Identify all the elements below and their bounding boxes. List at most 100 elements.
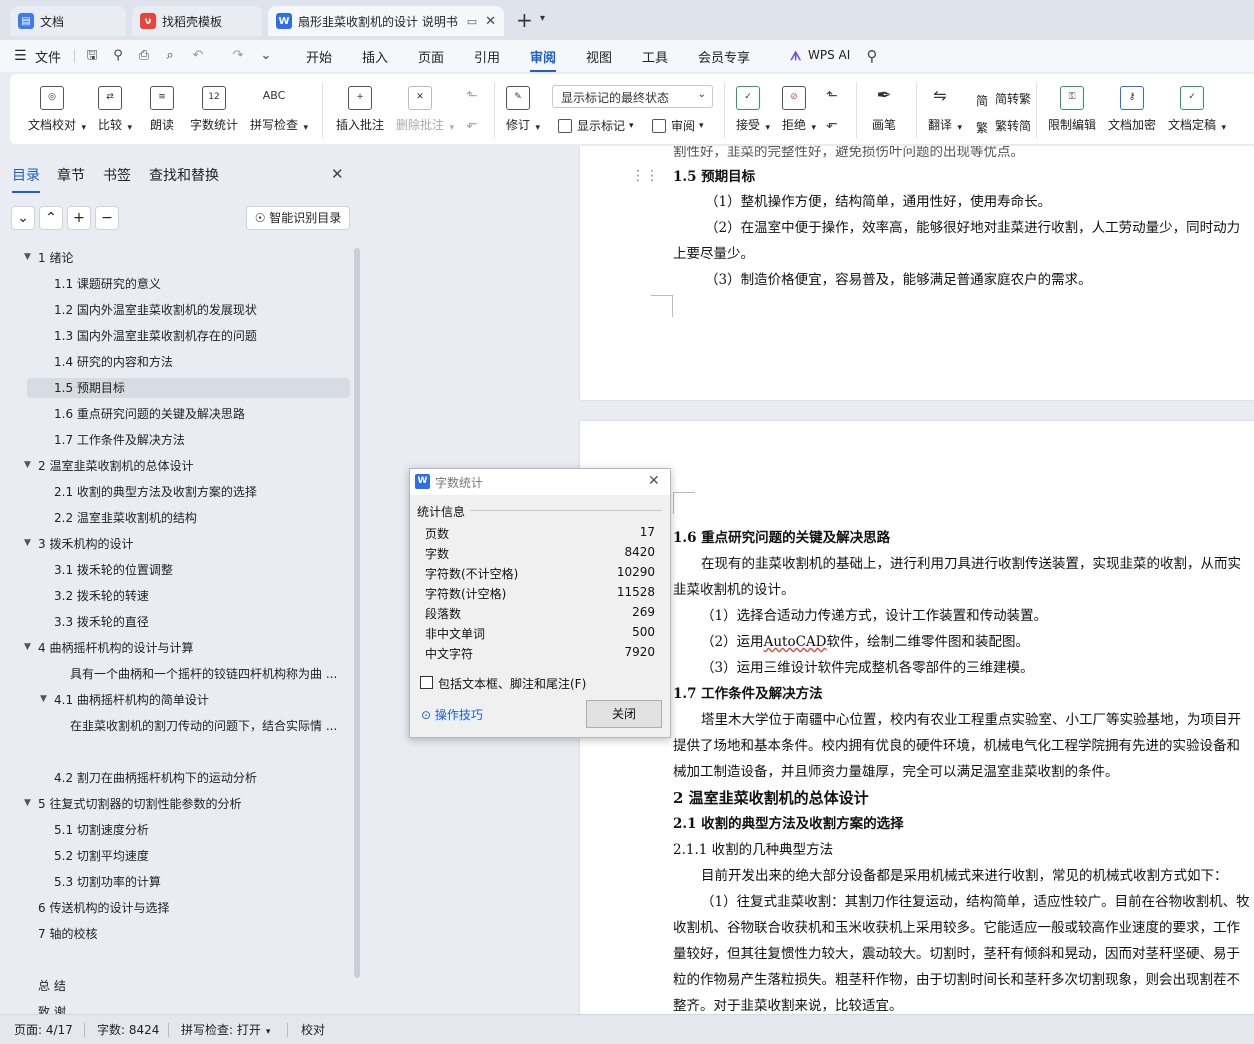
to-simplified-button[interactable]: 繁繁转简 [976,117,1031,135]
dialog-titlebar[interactable]: W 字数统计 ✕ [410,469,670,495]
save-icon[interactable]: 🖫 [84,48,100,64]
toc-item[interactable]: 3.3 拨禾轮的直径 [54,612,149,632]
toc-scrollbar[interactable] [354,248,360,978]
undo-icon[interactable]: ↶ [190,48,206,64]
toc-item[interactable]: 1.7 工作条件及解决方法 [54,430,185,450]
tab-bookmarks[interactable]: 书签 [103,165,131,185]
toc-item[interactable]: 1 绪论 [38,248,73,268]
expand-toggle-icon[interactable]: ▼ [24,252,31,262]
restrict-edit-button[interactable]: ⚿ 限制编辑 [1048,86,1096,133]
menu-start[interactable]: 开始 [306,47,332,66]
expand-toggle-icon[interactable]: ▼ [24,642,31,652]
read-aloud-button[interactable]: ≡ 朗读 [150,86,174,133]
include-textbox-checkbox[interactable] [420,676,433,689]
encrypt-button[interactable]: ⚷ 文档加密 [1108,86,1156,133]
compare-button[interactable]: ⇄ 比较 ▾ [98,86,132,133]
hamburger-icon[interactable]: ☰ [14,48,27,64]
delete-comment-button[interactable]: ✕ 删除批注 ▾ [396,86,454,133]
toc-item[interactable]: 2.2 温室韭菜收割机的结构 [54,508,197,528]
share-icon[interactable]: ⚲ [110,48,126,64]
proofread-status[interactable]: 校对 [301,1021,325,1038]
tab-docer[interactable]: ν 找稻壳模板 [132,6,262,36]
toc-item[interactable]: 3.1 拨禾轮的位置调整 [54,560,173,580]
toc-item[interactable]: 7 轴的校核 [38,924,97,944]
drag-handle-icon[interactable]: ⋮⋮ [631,168,659,184]
to-traditional-button[interactable]: 简简转繁 [976,90,1031,108]
menu-review[interactable]: 审阅 [530,47,557,72]
accept-button[interactable]: ✓ 接受 ▾ [736,86,770,133]
spell-check-button[interactable]: ABC 拼写检查 ▾ [250,86,308,133]
toc-item[interactable]: 3.2 拨禾轮的转速 [54,586,149,606]
menu-view[interactable]: 视图 [586,47,612,66]
collapse-up-button[interactable]: ⌃ [39,206,63,230]
expand-toggle-icon[interactable]: ▼ [24,798,31,808]
menu-tools[interactable]: 工具 [642,47,668,66]
tab-docs[interactable]: ▤ 文档 [10,6,126,36]
smart-recognize-toc-button[interactable]: ☉ 智能识别目录 [246,206,350,230]
collapse-down-button[interactable]: ⌄ [11,206,35,230]
toc-item[interactable]: 4 曲柄摇杆机构的设计与计算 [38,638,193,658]
toc-item[interactable]: 5.3 切割功率的计算 [54,872,161,892]
close-icon[interactable]: ✕ [648,473,660,489]
translate-button[interactable]: ⇋ 翻译 ▾ [928,86,962,133]
pen-button[interactable]: ✒ 画笔 [872,86,896,133]
menu-wps-ai[interactable]: WPS AI [808,48,850,62]
more-chevron-icon[interactable]: ⌄ [258,48,274,64]
search-icon[interactable]: ⚲ [864,48,880,64]
spelling-error[interactable]: AutoCAD [764,634,827,650]
toc-item[interactable]: 5.2 切割平均速度 [54,846,149,866]
tips-link[interactable]: ⊙ 操作技巧 [421,706,483,723]
toc-item[interactable]: 2 温室韭菜收割机的总体设计 [38,456,193,476]
page-indicator[interactable]: 页面: 4/17 [14,1021,73,1038]
menu-file[interactable]: 文件 [35,47,61,66]
toc-item[interactable]: 5 往复式切割器的切割性能参数的分析 [38,794,241,814]
toc-item[interactable]: 6 传送机构的设计与选择 [38,898,169,918]
close-panel-icon[interactable]: ✕ [331,165,344,183]
toc-item[interactable]: 3 拨禾机构的设计 [38,534,133,554]
tab-toc[interactable]: 目录 [12,165,40,193]
expand-toggle-icon[interactable]: ▼ [24,538,31,548]
toc-item[interactable]: 2.1 收割的典型方法及收割方案的选择 [54,482,257,502]
next-change-icon[interactable]: ⬐ [826,116,838,132]
toc-item[interactable]: 具有一个曲柄和一个摇杆的铰链四杆机构称为曲 ... [70,664,350,684]
finalize-button[interactable]: ✓ 文档定稿 ▾ [1168,86,1226,133]
expand-toggle-icon[interactable]: ▼ [24,460,31,470]
new-tab-button[interactable]: + [516,8,533,32]
toc-item[interactable]: 4.1 曲柄摇杆机构的简单设计 [54,690,209,710]
close-tab-icon[interactable]: ✕ [485,14,496,29]
spell-check-status[interactable]: 拼写检查: 打开 ▾ [181,1021,270,1038]
tab-chapters[interactable]: 章节 [57,165,85,185]
tab-find-replace[interactable]: 查找和替换 [149,165,219,185]
print-preview-icon[interactable]: ⌕ [162,48,178,64]
tab-active-document[interactable]: W 扇形韭菜收割机的设计 说明书 ▭ ✕ [268,6,504,36]
toc-item[interactable]: 4.2 割刀在曲柄摇杆机构下的运动分析 [54,768,257,788]
toc-item[interactable]: 1.4 研究的内容和方法 [54,352,173,372]
doc-check-button[interactable]: ◎ 文档校对 ▾ [28,86,86,133]
word-count-button[interactable]: 12 字数统计 [190,86,238,133]
toc-item[interactable]: 5.1 切割速度分析 [54,820,149,840]
next-comment-icon[interactable]: ⬐ [466,116,478,132]
toc-item[interactable]: 总 结 [38,976,66,996]
print-icon[interactable]: ⎙ [136,48,152,64]
markup-state-select[interactable]: 显示标记的最终状态 ⌄ [552,85,713,108]
toc-item[interactable]: 在韭菜收割机的割刀传动的问题下，结合实际情 ... [70,716,350,736]
chevron-down-icon[interactable]: ▾ [540,13,545,24]
show-markup-button[interactable]: 显示标记 ▾ [558,117,634,134]
menu-member[interactable]: 会员专享 [698,47,750,66]
window-icon[interactable]: ▭ [467,15,477,28]
menu-page[interactable]: 页面 [418,47,444,66]
expand-toggle-icon[interactable]: ▼ [40,694,47,704]
menu-reference[interactable]: 引用 [474,47,500,66]
insert-comment-button[interactable]: + 插入批注 [336,86,384,133]
toc-item[interactable]: 1.6 重点研究问题的关键及解决思路 [54,404,245,424]
remove-level-button[interactable]: − [95,206,119,230]
prev-change-icon[interactable]: ⬑ [826,88,838,104]
reject-button[interactable]: ⊘ 拒绝 ▾ [782,86,816,133]
toc-item[interactable]: 1.2 国内外温室韭菜收割机的发展现状 [54,300,257,320]
review-pane-button[interactable]: 审阅 ▾ [652,117,704,134]
toc-item[interactable]: 1.3 国内外温室韭菜收割机存在的问题 [54,326,257,346]
redo-icon[interactable]: ↷ [230,48,246,64]
revise-button[interactable]: ✎ 修订 ▾ [506,86,540,133]
menu-insert[interactable]: 插入 [362,47,388,66]
prev-comment-icon[interactable]: ⬑ [466,88,478,104]
